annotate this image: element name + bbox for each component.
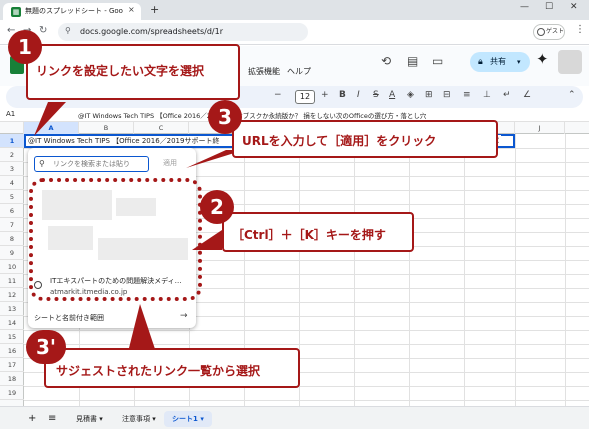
pointer-1 xyxy=(34,102,66,136)
sheet-tab-label: シート1 xyxy=(172,415,198,423)
callout-3-prime: サジェストされたリンク一覧から選択 xyxy=(44,348,300,388)
sheet-tab-active[interactable]: シート1 ▾ xyxy=(164,411,212,427)
callout-2-text: ［Ctrl］＋［K］キーを押す xyxy=(232,228,386,242)
step-2-badge: 2 xyxy=(200,190,234,224)
pointer-3p xyxy=(128,304,156,352)
callout-1: リンクを設定したい文字を選択 xyxy=(26,44,240,100)
pointer-2 xyxy=(192,230,222,250)
callout-3-text: URLを入力して［適用］をクリック xyxy=(242,134,437,148)
sheet-tab-label: 見積書 xyxy=(76,415,97,423)
chevron-down-icon[interactable]: ▾ xyxy=(200,415,204,423)
callout-1-text: リンクを設定したい文字を選択 xyxy=(36,64,205,78)
step-3-prime-badge: 3' xyxy=(26,330,66,364)
sheet-tab-label: 注意事項 xyxy=(122,415,150,423)
callout-2: ［Ctrl］＋［K］キーを押す xyxy=(222,212,414,252)
callout-3: URLを入力して［適用］をクリック xyxy=(232,120,498,158)
step-1-badge: 1 xyxy=(8,30,42,64)
chevron-down-icon[interactable]: ▾ xyxy=(152,415,156,423)
all-sheets-button[interactable]: ≡ xyxy=(40,411,64,427)
chevron-down-icon[interactable]: ▾ xyxy=(99,415,103,423)
step-3-badge: 3 xyxy=(208,100,242,134)
callout-3-prime-text: サジェストされたリンク一覧から選択 xyxy=(56,364,261,378)
sheet-tab[interactable]: 見積書 ▾ xyxy=(68,411,111,427)
sheet-tabs-bar: + ≡ 見積書 ▾ 注意事項 ▾ シート1 ▾ xyxy=(0,406,589,429)
sheet-tab[interactable]: 注意事項 ▾ xyxy=(114,411,164,427)
